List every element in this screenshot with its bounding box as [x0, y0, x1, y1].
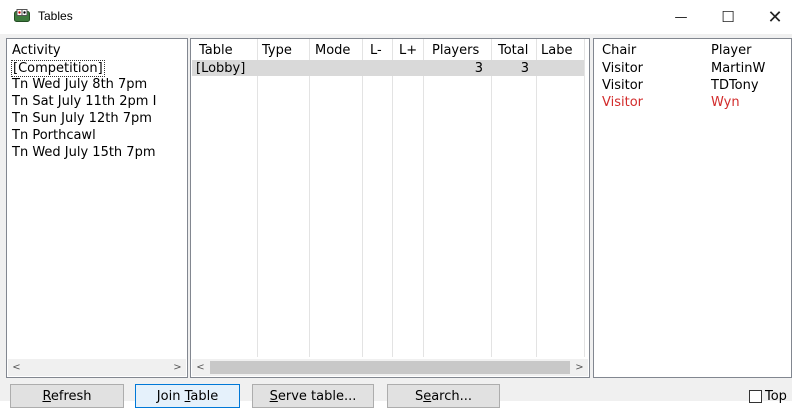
column-header-l-minus[interactable]: L- — [370, 43, 382, 58]
table-cell-players[interactable]: 3 — [431, 61, 483, 76]
tables-horizontal-scrollbar[interactable]: < > — [192, 359, 588, 376]
column-header-type[interactable]: Type — [262, 43, 292, 58]
table-cell-name[interactable]: [Lobby] — [196, 61, 245, 76]
top-checkbox-label: Top — [765, 389, 787, 404]
join-table-button[interactable]: Join Table — [135, 384, 240, 408]
activity-horizontal-scrollbar[interactable]: < > — [8, 359, 186, 376]
column-header-total[interactable]: Total — [498, 43, 528, 58]
scroll-left-arrow[interactable]: < — [192, 359, 209, 376]
activity-item[interactable]: Tn Wed July 8th 7pm — [12, 77, 147, 92]
cards-table-icon — [14, 9, 30, 23]
minimize-button[interactable]: — — [658, 0, 704, 34]
column-header-mode[interactable]: Mode — [315, 43, 350, 58]
join-table-button-label: Join Table — [156, 388, 219, 404]
player-header[interactable]: Player — [711, 43, 751, 58]
activity-header[interactable]: Activity — [12, 43, 61, 58]
column-header-label[interactable]: Labe — [541, 43, 572, 58]
maximize-button[interactable]: ☐ — [705, 0, 751, 34]
column-header-players[interactable]: Players — [432, 43, 479, 58]
players-list[interactable]: Chair Player Visitor MartinW Visitor TDT… — [593, 38, 792, 378]
activity-item[interactable]: Tn Porthcawl — [12, 128, 96, 143]
tables-grid[interactable]: Table Type Mode L- L+ Players Total Labe… — [190, 38, 590, 378]
activity-item[interactable]: Tn Sat July 11th 2pm I — [12, 94, 156, 109]
serve-table-button-label: Serve table... — [269, 388, 357, 404]
refresh-button[interactable]: Refresh — [10, 384, 124, 408]
scroll-right-arrow[interactable]: > — [571, 359, 588, 376]
player-chair-highlighted[interactable]: Visitor — [602, 95, 643, 110]
activity-item-competition[interactable]: [Competition] — [11, 60, 105, 77]
window-client-area: Activity [Competition] Tn Wed July 8th 7… — [0, 34, 792, 408]
player-name[interactable]: TDTony — [711, 78, 759, 93]
window-title: Tables — [38, 9, 73, 23]
activity-item[interactable]: Tn Wed July 15th 7pm — [12, 145, 156, 160]
close-button[interactable]: ✕ — [752, 0, 792, 34]
top-checkbox[interactable]: Top — [749, 389, 787, 404]
scrollbar-thumb[interactable] — [210, 361, 570, 374]
player-name[interactable]: MartinW — [711, 61, 765, 76]
activity-list[interactable]: Activity [Competition] Tn Wed July 8th 7… — [6, 38, 188, 378]
column-header-table[interactable]: Table — [199, 43, 233, 58]
scroll-left-arrow[interactable]: < — [8, 359, 25, 376]
player-chair[interactable]: Visitor — [602, 61, 643, 76]
serve-table-button[interactable]: Serve table... — [252, 384, 374, 408]
search-button[interactable]: Search... — [387, 384, 500, 408]
title-bar: Tables — ☐ ✕ — [0, 0, 792, 34]
search-button-label: Search... — [414, 388, 473, 404]
activity-item[interactable]: Tn Sun July 12th 7pm — [12, 111, 152, 126]
column-header-l-plus[interactable]: L+ — [399, 43, 417, 58]
checkbox-box[interactable] — [749, 390, 762, 403]
table-cell-total[interactable]: 3 — [491, 61, 529, 76]
scroll-right-arrow[interactable]: > — [169, 359, 186, 376]
refresh-button-label: Refresh — [42, 388, 92, 404]
player-chair[interactable]: Visitor — [602, 78, 643, 93]
chair-header[interactable]: Chair — [602, 43, 636, 58]
player-name-highlighted[interactable]: Wyn — [711, 95, 740, 110]
